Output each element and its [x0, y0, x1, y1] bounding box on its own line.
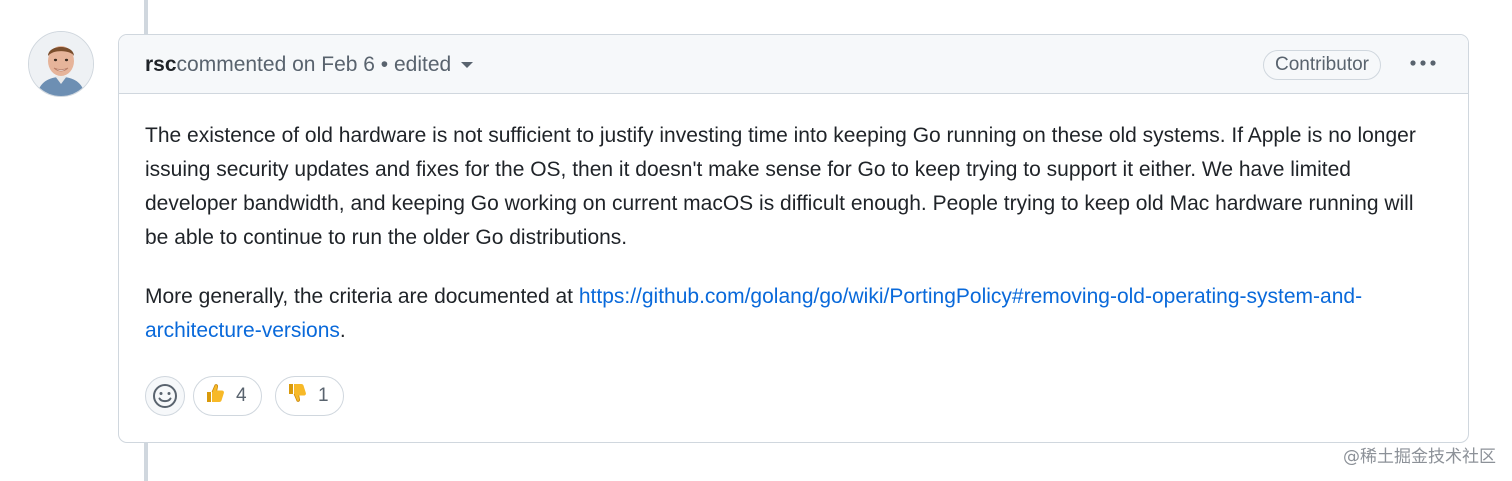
thumbs-up-icon: [207, 384, 224, 402]
comment-options-button[interactable]: [1405, 50, 1441, 78]
paragraph-end: .: [339, 319, 346, 342]
thumbs-down-count: 1: [318, 385, 329, 406]
chevron-down-icon: [461, 62, 474, 69]
comment-header: rsc commented on Feb 6 • edited Contribu…: [119, 35, 1468, 94]
watermark: @稀土掘金技术社区: [1343, 447, 1496, 467]
thumbs-down-icon: [289, 384, 306, 402]
edited-history-toggle[interactable]: commented on Feb 6 • edited: [177, 51, 474, 79]
thumbs-down-reaction[interactable]: 1: [275, 376, 344, 416]
avatar[interactable]: [28, 31, 94, 97]
kebab-horizontal-icon: [1410, 60, 1436, 66]
comment-paragraph-with-link: More generally, the criteria are documen…: [145, 280, 1440, 348]
comment-paragraph: The existence of old hardware is not suf…: [145, 124, 1416, 249]
add-reaction-button[interactable]: [145, 376, 185, 416]
thumbs-up-count: 4: [236, 385, 247, 406]
author-link[interactable]: rsc: [145, 53, 177, 76]
comment-body: The existence of old hardware is not suf…: [145, 119, 1440, 373]
comment-box: rsc commented on Feb 6 • edited Contribu…: [118, 34, 1469, 443]
contributor-badge: Contributor: [1263, 50, 1381, 80]
thumbs-up-reaction[interactable]: 4: [193, 376, 262, 416]
comment-action-text: commented on Feb 6 • edited: [176, 53, 452, 76]
paragraph-text: More generally, the criteria are documen…: [145, 285, 579, 308]
avatar-portrait-icon: [29, 32, 93, 96]
comment-meta: rsc commented on Feb 6 • edited: [145, 51, 474, 79]
smiley-icon: [153, 384, 177, 408]
